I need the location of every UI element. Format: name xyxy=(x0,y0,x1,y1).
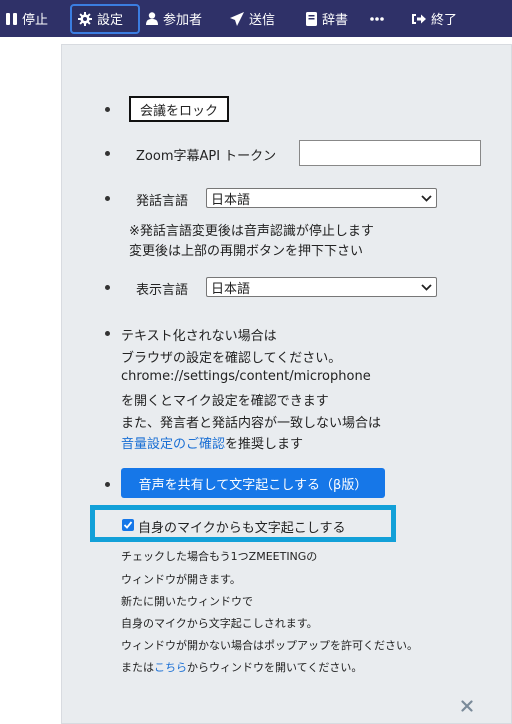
list-bullet xyxy=(105,285,110,290)
speech-lang-note-1: ※発話言語変更後は音声認識が停止します xyxy=(129,224,374,239)
note-prefix: または xyxy=(121,661,154,674)
own-mic-label[interactable]: 自身のマイクからも文字起こしする xyxy=(138,517,345,536)
volume-suffix: を推奨します xyxy=(225,437,304,452)
participants-label: 参加者 xyxy=(163,13,203,28)
mic-help-line: chrome://settings/content/microphone xyxy=(121,369,371,384)
dictionary-label: 辞書 xyxy=(322,13,349,28)
zoom-token-input[interactable] xyxy=(299,140,481,166)
lock-meeting-button[interactable]: 会議をロック xyxy=(129,96,229,122)
close-icon[interactable] xyxy=(461,697,473,716)
participants-button[interactable]: 参加者 xyxy=(140,4,224,34)
note-suffix: からウィンドウを開いてください。 xyxy=(187,661,363,674)
list-bullet xyxy=(105,107,110,112)
own-mic-checkbox[interactable] xyxy=(122,519,134,531)
send-label: 送信 xyxy=(249,13,276,28)
more-icon xyxy=(370,16,384,21)
speech-lang-label: 発話言語 xyxy=(136,194,189,209)
stop-button[interactable]: 停止 xyxy=(0,4,70,34)
speech-lang-value: 日本語 xyxy=(211,192,251,208)
list-bullet xyxy=(105,151,110,156)
stop-label: 停止 xyxy=(22,13,49,28)
own-mic-note-line: 新たに開いたウィンドウで xyxy=(121,595,253,608)
more-button[interactable] xyxy=(364,4,406,34)
volume-settings-link[interactable]: 音量設定のご確認 xyxy=(121,437,225,452)
open-window-link[interactable]: こちら xyxy=(154,661,187,674)
mic-help-line: また、発言者と発話内容が一致しない場合は xyxy=(121,416,382,431)
list-bullet xyxy=(105,482,110,487)
volume-line: 音量設定のご確認を推奨します xyxy=(121,433,303,452)
send-icon xyxy=(230,11,244,26)
speech-lang-note-2: 変更後は上部の再開ボタンを押下下さい xyxy=(129,244,364,259)
settings-label: 設定 xyxy=(97,13,124,28)
display-lang-value: 日本語 xyxy=(211,281,251,297)
pause-icon xyxy=(6,12,17,25)
own-mic-note-line: ウィンドウが開きます。 xyxy=(121,573,241,586)
chevron-down-icon xyxy=(421,281,432,297)
settings-button[interactable]: 設定 xyxy=(70,3,140,34)
share-audio-label: 音声を共有して文字起こしする（β版） xyxy=(138,477,368,493)
book-icon xyxy=(306,11,317,26)
display-lang-select[interactable]: 日本語 xyxy=(206,277,437,297)
zoom-token-label: Zoom字幕API トークン xyxy=(136,149,277,164)
sign-out-icon xyxy=(412,13,426,25)
mic-help-line: テキスト化されない場合は xyxy=(121,329,277,344)
mic-help-line: を開くとマイク設定を確認できます xyxy=(121,394,329,409)
dictionary-button[interactable]: 辞書 xyxy=(300,4,364,34)
send-button[interactable]: 送信 xyxy=(224,4,300,34)
own-mic-note-line: チェックした場合もう1つZMEETINGの xyxy=(121,550,318,563)
top-toolbar: 停止 設定 参加者 送信 辞書 終了 xyxy=(0,0,512,37)
speech-lang-select[interactable]: 日本語 xyxy=(206,188,437,208)
chevron-down-icon xyxy=(421,192,432,208)
lock-meeting-label: 会議をロック xyxy=(139,103,218,119)
own-mic-note-line: またはこちらからウィンドウを開いてください。 xyxy=(121,659,362,675)
list-bullet xyxy=(105,196,110,201)
exit-button[interactable]: 終了 xyxy=(406,4,476,34)
gear-icon xyxy=(78,11,92,26)
display-lang-label: 表示言語 xyxy=(136,283,189,298)
own-mic-note-line: ウィンドウが開かない場合はポップアップを許可ください。 xyxy=(121,639,418,652)
list-bullet xyxy=(105,331,110,336)
check-icon xyxy=(123,521,133,529)
own-mic-note-line: 自身のマイクから文字起こしされます。 xyxy=(121,617,318,630)
user-icon xyxy=(146,12,158,25)
share-audio-button[interactable]: 音声を共有して文字起こしする（β版） xyxy=(121,468,385,498)
exit-label: 終了 xyxy=(431,13,458,28)
mic-help-line: ブラウザの設定を確認してください。 xyxy=(121,351,342,366)
